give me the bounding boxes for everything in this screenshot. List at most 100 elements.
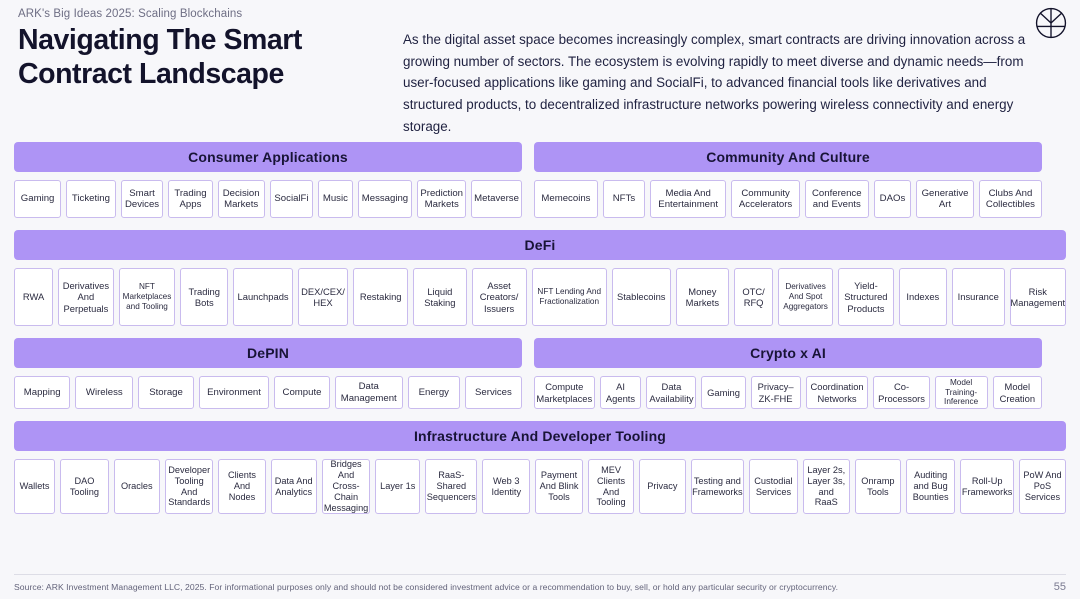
- category-card[interactable]: Compute: [274, 376, 330, 409]
- category-card[interactable]: Custodial Services: [749, 459, 798, 514]
- category-card[interactable]: Environment: [198, 376, 270, 409]
- category-card[interactable]: Storage: [138, 376, 194, 409]
- card-list: Memecoins NFTs Media And Entertainment Comm…: [534, 180, 1042, 218]
- category-card[interactable]: Generative Art: [916, 180, 974, 218]
- card-list: Mapping Wireless Storage Environment Compute…: [14, 376, 522, 409]
- section-title-defi: DeFi: [14, 230, 1066, 260]
- category-card[interactable]: Onramp Tools: [854, 459, 902, 514]
- category-card[interactable]: Web 3 Identity: [482, 459, 531, 514]
- matrix-row: DePIN Mapping Wireless Storage Environment Co…: [14, 338, 1066, 409]
- card-list: Compute Marketplaces AI Agents Data Availa…: [534, 376, 1042, 409]
- category-card[interactable]: Risk Management: [1009, 268, 1066, 326]
- category-card[interactable]: Gaming: [14, 180, 62, 218]
- category-card[interactable]: Derivatives And Spot Aggregators: [778, 268, 834, 326]
- category-card[interactable]: Data And Analytics: [270, 459, 317, 514]
- category-card[interactable]: Yield- Structured Products: [838, 268, 894, 326]
- category-card[interactable]: AI Agents: [599, 376, 642, 409]
- category-card[interactable]: Community Accelerators: [731, 180, 800, 218]
- section-crypto-x-ai: Crypto x AI Compute Marketplaces AI Agents…: [534, 338, 1042, 409]
- category-card[interactable]: Liquid Staking: [413, 268, 467, 326]
- category-card[interactable]: Model Creation: [992, 376, 1042, 409]
- section-infrastructure-and-developer-tooling: Infrastructure And Developer Tooling Wall…: [14, 421, 1067, 514]
- category-card[interactable]: Oracles: [113, 459, 160, 514]
- page-title: Navigating The Smart Contract Landscape: [18, 24, 302, 90]
- category-card[interactable]: Stablecoins: [611, 268, 671, 326]
- category-card[interactable]: Layer 2s, Layer 3s, and RaaS: [802, 459, 850, 514]
- category-card[interactable]: PoW And PoS Services: [1018, 459, 1067, 514]
- card-list: Gaming Ticketing Smart Devices Trading Apps…: [14, 180, 523, 218]
- section-title-community-and-culture: Community And Culture: [534, 142, 1042, 172]
- section-title-infrastructure-and-developer-tooling: Infrastructure And Developer Tooling: [14, 421, 1066, 451]
- category-card[interactable]: Ticketing: [66, 180, 116, 218]
- category-card[interactable]: OTC/ RFQ: [734, 268, 774, 326]
- category-card[interactable]: Asset Creators/ Issuers: [471, 268, 527, 326]
- category-card[interactable]: Privacy– ZK-FHE: [750, 376, 801, 409]
- category-card[interactable]: Testing and Frameworks: [690, 459, 745, 514]
- category-card[interactable]: Data Availability: [646, 376, 697, 409]
- category-card[interactable]: Payment And Blink Tools: [535, 459, 583, 514]
- category-card[interactable]: Smart Devices: [120, 180, 164, 218]
- category-card[interactable]: Model Training- Inference: [934, 376, 988, 409]
- category-card[interactable]: Privacy: [639, 459, 686, 514]
- category-card[interactable]: Restaking: [353, 268, 409, 326]
- matrix-row: Consumer Applications Gaming Ticketing Smar…: [14, 142, 1066, 218]
- card-list: Wallets DAO Tooling Oracles Developer Tooli…: [14, 459, 1067, 514]
- category-card[interactable]: NFT Lending And Fractionalization: [531, 268, 607, 326]
- category-card[interactable]: Compute Marketplaces: [534, 376, 595, 409]
- category-card[interactable]: Mapping: [14, 376, 71, 409]
- category-card[interactable]: Roll-Up Frameworks: [960, 459, 1014, 514]
- category-card[interactable]: Trading Bots: [180, 268, 229, 326]
- category-card[interactable]: Clients And Nodes: [218, 459, 266, 514]
- matrix-row: DeFi RWA Derivatives And Perpetuals NFT Mar…: [14, 230, 1066, 326]
- category-card[interactable]: Layer 1s: [375, 459, 421, 514]
- category-card[interactable]: Wallets: [14, 459, 56, 514]
- slide-header: ARK's Big Ideas 2025: Scaling Blockchain…: [0, 0, 1080, 138]
- category-card[interactable]: DAO Tooling: [60, 459, 109, 514]
- slide: ARK's Big Ideas 2025: Scaling Blockchain…: [0, 0, 1080, 599]
- category-card[interactable]: Coordination Networks: [805, 376, 869, 409]
- section-consumer-applications: Consumer Applications Gaming Ticketing Smar…: [14, 142, 523, 218]
- category-card[interactable]: MEV Clients And Tooling: [587, 459, 635, 514]
- category-card[interactable]: Energy: [407, 376, 460, 409]
- category-card[interactable]: Derivatives And Perpetuals: [58, 268, 114, 326]
- category-card[interactable]: DEX/CEX/ HEX: [297, 268, 349, 326]
- category-card[interactable]: Gaming: [701, 376, 746, 409]
- section-title-consumer-applications: Consumer Applications: [14, 142, 522, 172]
- category-card[interactable]: Co- Processors: [873, 376, 930, 409]
- category-card[interactable]: Conference and Events: [804, 180, 869, 218]
- section-community-and-culture: Community And Culture Memecoins NFTs Media …: [534, 142, 1042, 218]
- slide-footer: Source: ARK Investment Management LLC, 2…: [14, 574, 1066, 593]
- eyebrow-label: ARK's Big Ideas 2025: Scaling Blockchain…: [18, 8, 243, 20]
- category-card[interactable]: Clubs And Collectibles: [978, 180, 1042, 218]
- category-card[interactable]: Launchpads: [233, 268, 293, 326]
- category-card[interactable]: Indexes: [898, 268, 947, 326]
- category-card[interactable]: Messaging: [357, 180, 413, 218]
- category-card[interactable]: Bridges And Cross- Chain Messaging: [321, 459, 371, 514]
- matrix-row: Infrastructure And Developer Tooling Wall…: [14, 421, 1067, 514]
- category-card[interactable]: Developer Tooling And Standards: [164, 459, 214, 514]
- category-card[interactable]: RaaS-Shared Sequencers: [425, 459, 478, 514]
- category-card[interactable]: DAOs: [873, 180, 912, 218]
- category-card[interactable]: Metaverse: [471, 180, 523, 218]
- section-title-depin: DePIN: [14, 338, 522, 368]
- category-card[interactable]: Media And Entertainment: [650, 180, 727, 218]
- category-card[interactable]: Insurance: [951, 268, 1005, 326]
- intro-paragraph: As the digital asset space becomes incre…: [403, 32, 1026, 134]
- category-card[interactable]: Money Markets: [675, 268, 730, 326]
- category-card[interactable]: NFT Marketplaces and Tooling: [118, 268, 176, 326]
- category-card[interactable]: Music: [318, 180, 353, 218]
- category-card[interactable]: RWA: [14, 268, 54, 326]
- category-card[interactable]: Auditing and Bug Bounties: [906, 459, 956, 514]
- category-card[interactable]: Wireless: [75, 376, 134, 409]
- category-card[interactable]: Trading Apps: [168, 180, 213, 218]
- section-title-crypto-x-ai: Crypto x AI: [534, 338, 1042, 368]
- category-card[interactable]: Data Management: [334, 376, 403, 409]
- category-card[interactable]: NFTs: [602, 180, 646, 218]
- landscape-matrix: Consumer Applications Gaming Ticketing Smar…: [14, 142, 1067, 526]
- category-card[interactable]: Decision Markets: [217, 180, 265, 218]
- category-card[interactable]: Services: [464, 376, 522, 409]
- category-card[interactable]: Prediction Markets: [417, 180, 467, 218]
- category-card[interactable]: SocialFi: [269, 180, 314, 218]
- category-card[interactable]: Memecoins: [534, 180, 598, 218]
- page-number: 55: [1053, 581, 1066, 593]
